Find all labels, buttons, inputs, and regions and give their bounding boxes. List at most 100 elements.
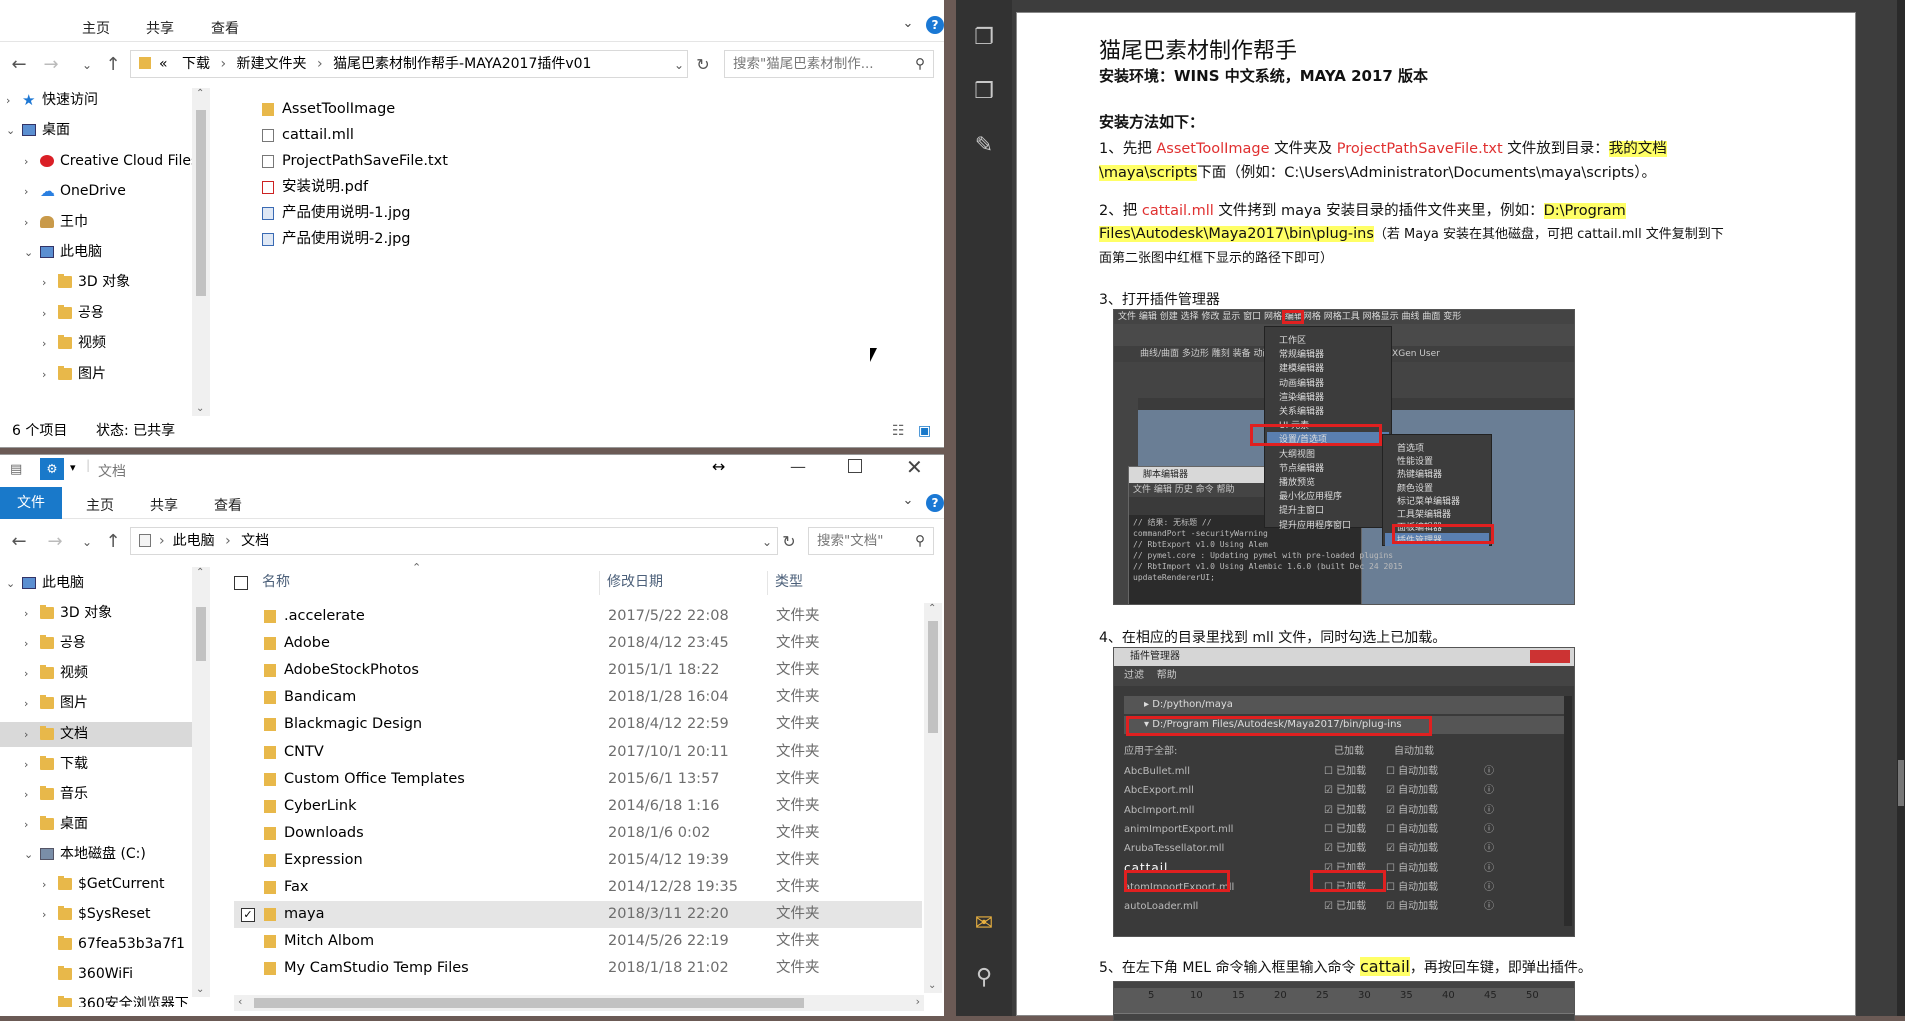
signature-icon[interactable]: ✎ [972,132,996,160]
horizontal-scrollbar[interactable]: ‹ › [234,995,924,1011]
attachments-icon[interactable]: ⚲ [972,964,996,992]
address-dropdown-icon[interactable]: ⌄ [668,58,690,72]
refresh-icon[interactable]: ↻ [778,532,800,551]
collapse-ribbon-icon[interactable]: ⌄ [898,16,918,36]
expand-chevron-icon[interactable]: › [6,88,10,113]
expand-chevron-icon[interactable]: ⌄ [24,842,33,867]
scroll-up-icon[interactable]: ⌃ [196,88,204,99]
nav-item[interactable]: › $SysReset [0,902,192,927]
nav-item[interactable]: › 视频 [0,331,210,356]
nav-item[interactable]: › 图片 [0,362,210,387]
scroll-right-icon[interactable]: › [916,995,920,1008]
nav-item[interactable]: ⌄ 桌面 [0,118,210,143]
table-row[interactable]: Bandicam 2018/1/28 16:04 文件夹 [234,684,922,711]
expand-chevron-icon[interactable]: › [42,362,46,387]
forward-arrow-icon[interactable]: → [44,531,66,552]
address-bar[interactable]: « 下载 › 新建文件夹 › 猫尾巴素材制作帮手-MAYA2017插件v01 [130,50,688,78]
scroll-left-icon[interactable]: ‹ [238,995,242,1008]
tab-view[interactable]: 查看 [214,495,242,515]
nav-item[interactable]: 360安全浏览器下 [0,992,192,1007]
pdf-scrollbar[interactable] [1897,0,1905,1016]
breadcrumb-overflow[interactable]: « [159,56,168,72]
nav-item[interactable]: ⌄ 此电脑 [0,571,192,596]
expand-chevron-icon[interactable]: › [24,661,28,686]
nav-item[interactable]: › Creative Cloud Files [0,149,210,174]
nav-item[interactable]: ⌄ 此电脑 [0,240,210,265]
file-item[interactable]: 安装说明.pdf [250,174,930,200]
breadcrumb-current[interactable]: 猫尾巴素材制作帮手-MAYA2017插件v01 [333,56,591,72]
pdf-scroll-thumb[interactable] [1898,760,1904,806]
table-row[interactable]: Fax 2014/12/28 19:35 文件夹 [234,874,922,901]
table-row[interactable]: CyberLink 2014/6/18 1:16 文件夹 [234,793,922,820]
nav-item[interactable]: › $GetCurrent [0,872,192,897]
expand-chevron-icon[interactable]: ⌄ [6,118,15,143]
expand-chevron-icon[interactable]: › [42,902,46,927]
expand-chevron-icon[interactable]: › [24,752,28,777]
scroll-up-icon[interactable]: ⌃ [928,603,936,614]
horizontal-scroll-thumb[interactable] [254,998,804,1008]
forward-arrow-icon[interactable]: → [40,54,62,75]
nav-item[interactable]: ⌄ 本地磁盘 (C:) [0,842,192,867]
file-scrollbar[interactable]: ⌃ ⌄ [924,603,942,993]
nav-item[interactable]: › 下载 [0,752,192,777]
column-date[interactable]: 修改日期 [607,567,663,597]
select-all-checkbox[interactable] [234,576,248,590]
help-icon[interactable]: ? [926,494,944,512]
up-arrow-icon[interactable]: ↑ [102,54,124,75]
tab-share[interactable]: 共享 [146,18,174,38]
expand-chevron-icon[interactable]: › [24,631,28,656]
table-row[interactable]: .accelerate 2017/5/22 22:08 文件夹 [234,603,922,630]
minimize-button[interactable]: — [790,457,806,476]
nav-item[interactable]: › 文档 [0,721,192,747]
maximize-button[interactable] [848,459,862,473]
quick-access-dropdown-icon[interactable]: ▾ [70,461,76,474]
expand-chevron-icon[interactable]: › [42,872,46,897]
expand-chevron-icon[interactable]: › [24,782,28,807]
table-row[interactable]: Custom Office Templates 2015/6/1 13:57 文件夹 [234,766,922,793]
expand-chevron-icon[interactable]: ⌄ [6,571,15,596]
scroll-down-icon[interactable]: ⌄ [196,984,204,995]
table-row[interactable]: Adobe 2018/4/12 23:45 文件夹 [234,630,922,657]
nav-scrollbar[interactable]: ⌃ ⌄ [192,88,210,416]
tab-view[interactable]: 查看 [211,18,239,38]
table-row[interactable]: Expression 2015/4/12 19:39 文件夹 [234,847,922,874]
page-thumbnails-icon[interactable]: ❐ [972,24,996,52]
breadcrumb-downloads[interactable]: 下载 [182,56,210,72]
collapse-ribbon-icon[interactable]: ⌄ [898,493,918,513]
expand-chevron-icon[interactable]: › [42,270,46,295]
back-arrow-icon[interactable]: ← [8,54,30,75]
tab-home[interactable]: 主页 [86,495,114,515]
close-button[interactable]: ✕ [906,455,923,479]
nav-item[interactable]: › 图片 [0,691,192,716]
nav-scroll-thumb[interactable] [196,110,206,296]
nav-item[interactable]: › 桌面 [0,812,192,837]
table-row[interactable]: My CamStudio Temp Files 2018/1/18 21:02 文件… [234,955,922,982]
tab-home[interactable]: 主页 [82,18,110,38]
bookmarks-icon[interactable]: ❒ [972,78,996,106]
expand-chevron-icon[interactable]: › [24,210,28,235]
column-name[interactable]: 名称 [262,567,290,597]
expand-chevron-icon[interactable]: › [42,301,46,326]
nav-scroll-thumb[interactable] [196,607,206,661]
up-arrow-icon[interactable]: ↑ [102,531,124,552]
file-item[interactable]: ProjectPathSaveFile.txt [250,148,930,174]
nav-item[interactable]: › 音乐 [0,782,192,807]
search-input[interactable]: 搜索"猫尾巴素材制作... ⚲ [724,50,934,78]
search-input[interactable]: 搜索"文档" ⚲ [808,527,934,555]
large-icons-view-icon[interactable]: ▣ [918,418,931,444]
scroll-up-icon[interactable]: ⌃ [196,567,204,578]
nav-item[interactable]: › 王巾 [0,210,210,235]
table-row[interactable]: ✓ maya 2018/3/11 22:20 文件夹 [234,901,922,929]
back-arrow-icon[interactable]: ← [8,531,30,552]
nav-item[interactable]: › ★ 快速访问 [0,88,210,113]
nav-item[interactable]: › 3D 对象 [0,270,210,295]
nav-item[interactable]: 67fea53b3a7f1 [0,932,192,957]
expand-chevron-icon[interactable]: › [24,691,28,716]
address-bar[interactable]: › 此电脑 › 文档 [130,527,778,555]
nav-item[interactable]: › 3D 对象 [0,601,192,626]
file-scroll-thumb[interactable] [928,621,938,733]
gear-icon[interactable]: ⚙ [40,458,64,480]
address-dropdown-icon[interactable]: ⌄ [756,535,778,549]
file-item[interactable]: 产品使用说明-2.jpg [250,226,930,252]
file-item[interactable]: cattail.mll [250,122,930,148]
